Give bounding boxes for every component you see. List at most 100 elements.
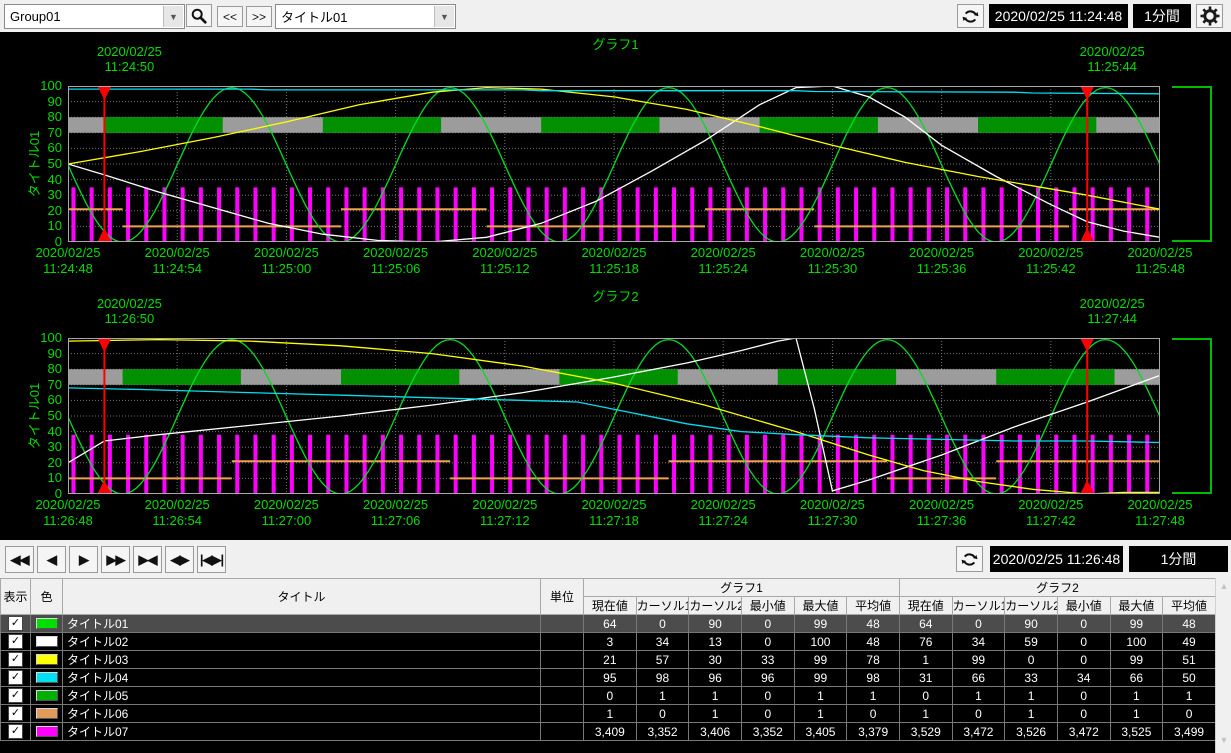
- visibility-checkbox[interactable]: ✓: [8, 616, 23, 631]
- table-row[interactable]: ✓タイトル03215730339978199009951: [1, 651, 1216, 669]
- graph2-cursor1-handle-top[interactable]: [97, 338, 111, 352]
- graph1-cursor1-handle-top[interactable]: [97, 86, 111, 100]
- series-bar-タイトル07: [963, 187, 967, 242]
- table-row[interactable]: ✓タイトル04959896969998316633346650: [1, 669, 1216, 687]
- step-back-button[interactable]: ◀: [37, 546, 66, 573]
- graph1-y-tick-label: 70: [18, 125, 62, 140]
- graph1-cursor2-handle-top[interactable]: [1080, 86, 1094, 100]
- step-forward-button[interactable]: ▶: [69, 546, 98, 573]
- stat-value: 0: [952, 615, 1005, 633]
- graph2-datetime-display[interactable]: 2020/02/25 11:26:48: [990, 546, 1123, 572]
- graph2-cursor1-handle-bottom[interactable]: [97, 480, 111, 494]
- x-tick-time: 11:27:42: [991, 513, 1111, 529]
- series-band-on-タイトル05: [323, 117, 441, 133]
- graph2-x-tick-label: 2020/02/2511:26:54: [117, 497, 237, 529]
- cursors-to-edges-button[interactable]: |◀▶|: [197, 546, 226, 573]
- graph2-range-bracket: [1172, 338, 1212, 494]
- graph1-cursor2-handle-bottom[interactable]: [1080, 228, 1094, 242]
- series-bar-タイトル07: [508, 435, 512, 494]
- graph2-time-span-display[interactable]: 1分間: [1129, 546, 1228, 572]
- x-tick-time: 11:25:42: [991, 261, 1111, 277]
- settings-button[interactable]: [1196, 4, 1223, 28]
- x-tick-time: 11:25:12: [445, 261, 565, 277]
- group-select[interactable]: Group01 ▼: [4, 4, 185, 29]
- stat-value: 59: [1005, 633, 1058, 651]
- fast-forward-button[interactable]: ▶▶: [101, 546, 130, 573]
- graph2-cursor2-handle-top[interactable]: [1080, 338, 1094, 352]
- series-line-タイトル01: [68, 88, 1160, 242]
- table-row[interactable]: ✓タイトル05011011011011: [1, 687, 1216, 705]
- stat-value: 64: [899, 615, 952, 633]
- refresh-icon: [960, 550, 979, 569]
- series-line-タイトル02: [68, 86, 1160, 242]
- series-band-on-タイトル05: [104, 117, 222, 133]
- visibility-checkbox[interactable]: ✓: [8, 652, 23, 667]
- graph2-y-tick-label: 100: [18, 330, 62, 345]
- cursors-apart-button[interactable]: ◀▶: [165, 546, 194, 573]
- table-row[interactable]: ✓タイトル0233413010048763459010049: [1, 633, 1216, 651]
- visibility-checkbox[interactable]: ✓: [8, 670, 23, 685]
- cursors-together-button[interactable]: ▶◀: [133, 546, 162, 573]
- graph2-y-tick-label: 0: [18, 486, 62, 501]
- table-row[interactable]: ✓タイトル073,4093,3523,4063,3523,4053,3793,5…: [1, 723, 1216, 741]
- graph1-title: グラフ1: [0, 34, 1231, 53]
- title-select[interactable]: タイトル01 ▼: [275, 4, 456, 29]
- cursor2-time: 11:25:44: [1047, 59, 1177, 74]
- fast-rewind-button[interactable]: ◀◀: [5, 546, 34, 573]
- time-span-display[interactable]: 1分間: [1133, 4, 1191, 28]
- stat-value: 1: [1163, 687, 1216, 705]
- trend-charts-area: グラフ10102030405060708090100タイトル012020/02/…: [0, 32, 1231, 540]
- stat-value: 90: [1005, 615, 1058, 633]
- stat-header: カーソル1: [636, 597, 689, 615]
- chevron-down-icon[interactable]: ▼: [434, 6, 454, 27]
- search-button[interactable]: [186, 4, 212, 27]
- visibility-checkbox[interactable]: ✓: [8, 706, 23, 721]
- visibility-checkbox[interactable]: ✓: [8, 724, 23, 739]
- series-bar-タイトル07: [108, 435, 112, 494]
- x-tick-time: 11:27:06: [336, 513, 456, 529]
- graph1-cursor1-handle-bottom[interactable]: [97, 228, 111, 242]
- stat-value: 99: [794, 651, 847, 669]
- cursor1-time: 11:26:50: [64, 311, 194, 326]
- next-title-button[interactable]: >>: [246, 6, 272, 27]
- refresh-button[interactable]: [957, 4, 984, 28]
- stat-value: 3: [584, 633, 637, 651]
- series-line-タイトル04: [68, 388, 1160, 443]
- x-tick-time: 11:25:30: [772, 261, 892, 277]
- visibility-checkbox[interactable]: ✓: [8, 688, 23, 703]
- series-bar-タイトル07: [1109, 435, 1113, 494]
- series-bar-タイトル07: [963, 435, 967, 494]
- stat-value: 96: [741, 669, 794, 687]
- stat-value: 3,472: [952, 723, 1005, 741]
- series-bar-タイトル07: [1036, 187, 1040, 242]
- stat-value: 1: [899, 705, 952, 723]
- series-bar-タイトル07: [836, 435, 840, 494]
- stat-value: 48: [847, 615, 900, 633]
- stat-header: 最小値: [1057, 597, 1110, 615]
- series-bar-タイトル07: [363, 435, 367, 494]
- table-row[interactable]: ✓タイトル0164090099486409009948: [1, 615, 1216, 633]
- graph1-y-tick-label: 20: [18, 203, 62, 218]
- scroll-up-icon[interactable]: ▲: [1216, 578, 1231, 594]
- x-tick-time: 11:25:48: [1100, 261, 1220, 277]
- table-scrollbar[interactable]: ▲ ▼: [1215, 578, 1231, 753]
- series-bar-タイトル07: [981, 187, 985, 242]
- refresh-button-bottom[interactable]: [956, 546, 983, 572]
- chevron-down-icon[interactable]: ▼: [163, 6, 183, 27]
- series-line-タイトル03: [68, 340, 1160, 494]
- visibility-checkbox[interactable]: ✓: [8, 634, 23, 649]
- stat-value: 0: [1057, 705, 1110, 723]
- x-tick-date: 2020/02/25: [445, 245, 565, 261]
- series-bar-タイトル07: [763, 435, 767, 494]
- x-tick-time: 11:26:54: [117, 513, 237, 529]
- stat-value: 96: [689, 669, 742, 687]
- prev-title-button[interactable]: <<: [217, 6, 243, 27]
- series-bar-タイトル07: [490, 435, 494, 494]
- series-bar-タイトル07: [235, 187, 239, 242]
- table-row[interactable]: ✓タイトル06101010101010: [1, 705, 1216, 723]
- graph2-cursor2-handle-bottom[interactable]: [1080, 480, 1094, 494]
- start-datetime-display[interactable]: 2020/02/25 11:24:48: [989, 4, 1128, 28]
- x-tick-date: 2020/02/25: [882, 245, 1002, 261]
- scroll-down-icon[interactable]: ▼: [1216, 732, 1231, 748]
- stat-value: 3,472: [1057, 723, 1110, 741]
